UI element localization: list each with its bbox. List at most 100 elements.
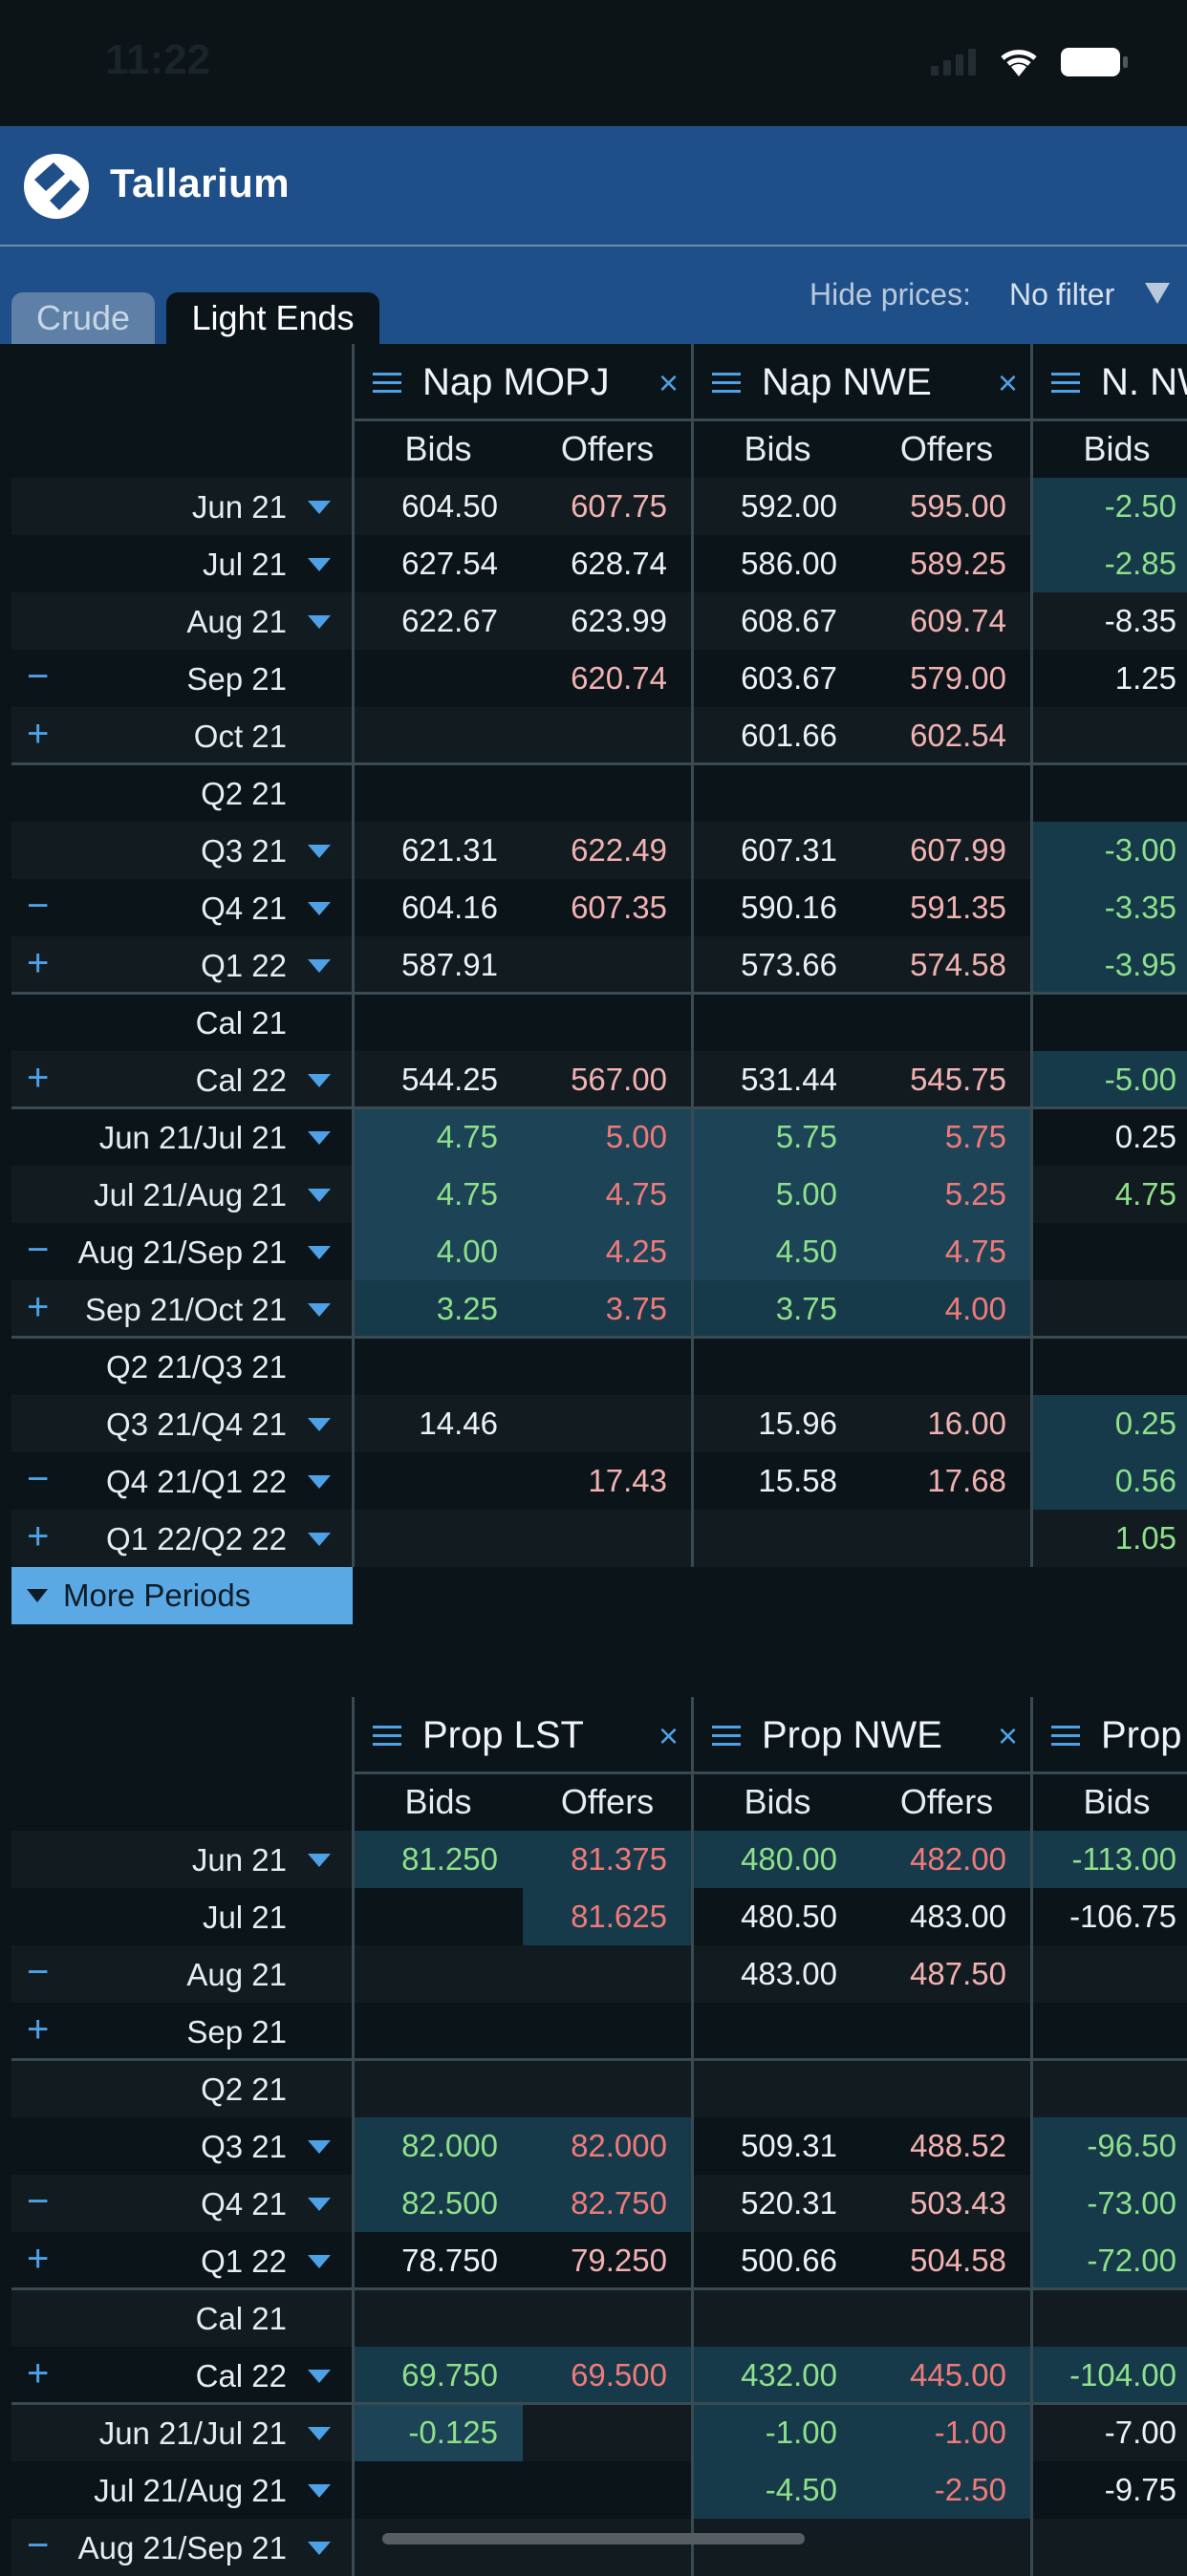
menu-icon[interactable] (1051, 367, 1080, 398)
bid-cell[interactable] (1032, 2289, 1187, 2347)
bid-cell[interactable] (1032, 1223, 1187, 1280)
offer-cell[interactable]: 81.625 (523, 1888, 692, 1945)
menu-icon[interactable] (373, 1720, 401, 1751)
bid-cell[interactable]: 587.91 (354, 936, 523, 994)
chevron-down-icon[interactable] (308, 1418, 331, 1431)
bid-cell[interactable] (354, 650, 523, 707)
expand-plus-icon[interactable]: + (27, 2352, 49, 2395)
chevron-down-icon[interactable] (308, 1303, 331, 1317)
collapse-minus-icon[interactable]: − (27, 655, 49, 698)
menu-icon[interactable] (1051, 1720, 1080, 1751)
bid-cell[interactable] (354, 1452, 523, 1510)
bid-cell[interactable] (354, 2003, 523, 2060)
bid-cell[interactable]: 5.00 (693, 1166, 862, 1223)
tab-light-ends[interactable]: Light Ends (166, 292, 379, 344)
offer-cell[interactable] (523, 2060, 692, 2117)
bid-cell[interactable]: 586.00 (693, 535, 862, 592)
bid-cell[interactable]: -8.35 (1032, 592, 1187, 650)
bid-cell[interactable] (354, 2060, 523, 2117)
close-icon[interactable]: × (998, 1716, 1018, 1756)
offer-cell[interactable] (862, 1338, 1031, 1395)
bid-cell[interactable] (1032, 2519, 1187, 2576)
chevron-down-icon[interactable] (308, 1533, 331, 1546)
bid-cell[interactable]: 69.750 (354, 2347, 523, 2404)
bid-cell[interactable]: 4.00 (354, 1223, 523, 1280)
bid-cell[interactable]: 509.31 (693, 2117, 862, 2175)
close-icon[interactable]: × (658, 363, 679, 403)
horizontal-scrollbar[interactable] (382, 2533, 805, 2544)
offer-cell[interactable]: 4.00 (862, 1280, 1031, 1338)
close-icon[interactable]: × (998, 363, 1018, 403)
bid-cell[interactable] (354, 2289, 523, 2347)
offer-cell[interactable]: 620.74 (523, 650, 692, 707)
bid-cell[interactable] (1032, 1280, 1187, 1338)
bid-cell[interactable]: -2.85 (1032, 535, 1187, 592)
bid-cell[interactable] (354, 1510, 523, 1567)
chevron-down-icon[interactable] (308, 959, 331, 973)
bid-cell[interactable] (693, 2060, 862, 2117)
bid-cell[interactable]: 0.56 (1032, 1452, 1187, 1510)
offer-cell[interactable] (523, 2289, 692, 2347)
bid-cell[interactable]: 432.00 (693, 2347, 862, 2404)
chevron-down-icon[interactable] (308, 2542, 331, 2555)
menu-icon[interactable] (373, 367, 401, 398)
bid-cell[interactable] (693, 2003, 862, 2060)
bid-cell[interactable]: 604.50 (354, 478, 523, 535)
bid-cell[interactable] (693, 2289, 862, 2347)
chevron-down-icon[interactable] (308, 1854, 331, 1867)
collapse-minus-icon[interactable]: − (27, 1458, 49, 1501)
offer-cell[interactable] (862, 2289, 1031, 2347)
chevron-down-icon[interactable] (308, 2427, 331, 2440)
chevron-down-icon[interactable] (308, 1475, 331, 1489)
offer-cell[interactable]: -2.50 (862, 2461, 1031, 2519)
menu-icon[interactable] (712, 1720, 741, 1751)
bid-cell[interactable]: 608.67 (693, 592, 862, 650)
chevron-down-icon[interactable] (308, 845, 331, 858)
offer-cell[interactable]: 622.49 (523, 822, 692, 879)
bid-cell[interactable]: -0.125 (354, 2404, 523, 2461)
offer-cell[interactable] (862, 764, 1031, 822)
offer-cell[interactable]: 607.35 (523, 879, 692, 936)
offer-cell[interactable]: 574.58 (862, 936, 1031, 994)
bid-cell[interactable]: 531.44 (693, 1051, 862, 1108)
bid-cell[interactable]: 520.31 (693, 2175, 862, 2232)
bid-cell[interactable]: 621.31 (354, 822, 523, 879)
offer-cell[interactable]: 488.52 (862, 2117, 1031, 2175)
collapse-minus-icon[interactable]: − (27, 1951, 49, 1994)
bid-cell[interactable]: 603.67 (693, 650, 862, 707)
bid-cell[interactable] (693, 764, 862, 822)
offer-cell[interactable]: -1.00 (862, 2404, 1031, 2461)
bid-cell[interactable] (1032, 1338, 1187, 1395)
bid-cell[interactable]: -4.50 (693, 2461, 862, 2519)
chevron-down-icon[interactable] (308, 1074, 331, 1087)
bid-cell[interactable]: 500.66 (693, 2232, 862, 2289)
offer-cell[interactable]: 445.00 (862, 2347, 1031, 2404)
bid-cell[interactable] (1032, 764, 1187, 822)
expand-plus-icon[interactable]: + (27, 1515, 49, 1558)
collapse-minus-icon[interactable]: − (27, 2180, 49, 2223)
bid-cell[interactable] (1032, 2003, 1187, 2060)
bid-cell[interactable]: 3.25 (354, 1280, 523, 1338)
offer-cell[interactable]: 607.99 (862, 822, 1031, 879)
bid-cell[interactable] (354, 2519, 523, 2576)
offer-cell[interactable]: 4.75 (523, 1166, 692, 1223)
collapse-minus-icon[interactable]: − (27, 1229, 49, 1272)
offer-cell[interactable]: 602.54 (862, 707, 1031, 764)
bid-cell[interactable] (354, 707, 523, 764)
offer-cell[interactable] (523, 1510, 692, 1567)
offer-cell[interactable]: 567.00 (523, 1051, 692, 1108)
offer-cell[interactable] (523, 1945, 692, 2003)
bid-cell[interactable]: 78.750 (354, 2232, 523, 2289)
bid-cell[interactable]: 4.75 (354, 1166, 523, 1223)
offer-cell[interactable]: 487.50 (862, 1945, 1031, 2003)
offer-cell[interactable] (523, 2003, 692, 2060)
chevron-down-icon[interactable] (308, 558, 331, 571)
offer-cell[interactable]: 82.000 (523, 2117, 692, 2175)
offer-cell[interactable]: 504.58 (862, 2232, 1031, 2289)
offer-cell[interactable]: 607.75 (523, 478, 692, 535)
bid-cell[interactable]: 1.25 (1032, 650, 1187, 707)
offer-cell[interactable] (523, 2404, 692, 2461)
bid-cell[interactable]: 627.54 (354, 535, 523, 592)
offer-cell[interactable]: 4.75 (862, 1223, 1031, 1280)
bid-cell[interactable] (693, 2519, 862, 2576)
